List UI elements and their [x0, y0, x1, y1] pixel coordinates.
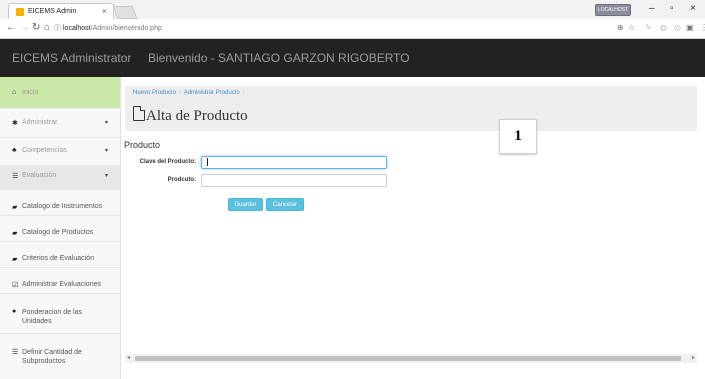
scroll-left-icon[interactable]: ◂ — [127, 354, 130, 363]
sidebar-item-criterios-evaluacion[interactable]: ▰ Criterios de Evaluación — [0, 241, 120, 268]
sidebar-item-label: Ponderacion de las Unidades — [22, 309, 82, 325]
clave-label: Clave del Producto: — [139, 159, 196, 165]
sidebar-item-ponderacion[interactable]: ● Ponderacion de las Unidades — [0, 293, 120, 334]
guardar-button[interactable]: Guardar — [228, 198, 263, 211]
browser-address-bar: ← → ↻ ⌂ ⓘ localhost/Admin/bienvenido.php … — [0, 19, 705, 39]
sidebar-item-label: Definir Cantidad de Subproductos — [22, 349, 82, 365]
sidebar-item-definir-subproductos[interactable]: ☰ Definir Cantidad de Subproductos — [0, 333, 120, 379]
window-close-button[interactable]: × — [690, 3, 696, 15]
gear-icon: ✱ — [12, 120, 18, 127]
list-icon: ☰ — [12, 349, 19, 356]
breadcrumb-separator: / — [179, 90, 181, 96]
sidebar-item-competencias[interactable]: ♣ Competencias ▾ — [0, 137, 120, 166]
sidebar-item-evaluacion[interactable]: ☰ Evaluación ▾ — [0, 165, 120, 190]
book-icon: ▰ — [12, 256, 18, 263]
users-icon: ♣ — [12, 147, 17, 154]
breadcrumb: Nuevo Producto / Administrar Producto / — [133, 90, 247, 96]
info-icon: ⓘ — [54, 25, 61, 32]
circle-icon: ● — [12, 308, 17, 315]
book-icon: ▰ — [12, 230, 18, 237]
url-path: /Admin/bienvenido.php — [90, 25, 162, 32]
back-icon[interactable]: ← — [6, 22, 16, 34]
home-icon[interactable]: ⌂ — [44, 22, 50, 34]
favicon-icon — [16, 8, 24, 16]
edit-icon: ☑ — [12, 282, 19, 289]
form-section-title: Producto — [124, 140, 161, 150]
scrollbar-thumb[interactable] — [135, 356, 681, 361]
sidebar-item-label: Catalogo de Productos — [22, 229, 94, 236]
brand-title[interactable]: EICEMS Administrator — [12, 51, 131, 65]
clave-producto-input[interactable] — [201, 156, 387, 169]
sidebar-item-label: Administrar Evaluaciones — [22, 281, 101, 288]
sidebar-item-catalogo-productos[interactable]: ▰ Catalogo de Productos — [0, 215, 120, 242]
chevron-down-icon: ▾ — [104, 148, 108, 154]
top-navbar: EICEMS Administrator Bienvenido - SANTIA… — [0, 39, 705, 77]
bookmark-star-icon[interactable]: ☆ — [628, 23, 635, 33]
extension-icon[interactable]: ▣ — [686, 23, 694, 33]
page-title: Alta de Producto — [133, 106, 248, 125]
sidebar-item-label: Catalogo de Instrumentos — [22, 203, 103, 210]
cancelar-button[interactable]: Cancelar — [266, 198, 304, 211]
menu-icon[interactable]: ⋮ — [700, 23, 705, 33]
sidebar-item-label: Evaluación — [22, 172, 57, 179]
book-icon: ▰ — [12, 204, 18, 211]
file-icon — [133, 106, 145, 121]
forward-icon[interactable]: → — [20, 22, 30, 34]
sidebar-item-administrar-evaluaciones[interactable]: ☑ Administrar Evaluaciones — [0, 267, 120, 294]
home-icon: ⌂ — [12, 89, 17, 96]
chevron-down-icon: ▾ — [104, 173, 108, 179]
horizontal-scrollbar[interactable]: ◂ ▸ — [125, 354, 697, 363]
page-header: Nuevo Producto / Administrar Producto / Alt… — [125, 86, 697, 131]
text-cursor — [207, 158, 208, 166]
main-content: Nuevo Producto / Administrar Producto / Alt… — [121, 77, 705, 379]
zoom-icon[interactable]: ⊕ — [617, 23, 624, 33]
sidebar-item-catalogo-instrumentos[interactable]: ▰ Catalogo de Instrumentos — [0, 189, 120, 216]
browser-tab-strip: EICEMS Admin × LOCALHOST – ▫ × — [0, 0, 705, 20]
tab-close-icon[interactable]: × — [102, 6, 107, 16]
sidebar: ⌂ Inicio ✱ Administrar ▾ ♣ Competencias … — [0, 77, 121, 379]
url-field[interactable]: ⓘ localhost/Admin/bienvenido.php — [54, 23, 162, 35]
window-maximize-button[interactable]: ▫ — [670, 3, 674, 15]
sidebar-item-label: Inicio — [22, 89, 39, 96]
welcome-text: Bienvenido - SANTIAGO GARZON RIGOBERTO — [148, 51, 410, 65]
producto-input[interactable] — [201, 174, 387, 187]
sidebar-item-inicio[interactable]: ⌂ Inicio — [0, 77, 120, 109]
extension-icon[interactable]: ◎ — [674, 23, 681, 33]
window-minimize-button[interactable]: – — [649, 3, 655, 15]
window-user-badge[interactable]: LOCALHOST — [595, 4, 631, 16]
step-number-badge: 1 — [499, 119, 537, 154]
breadcrumb-separator: / — [242, 90, 245, 96]
reload-icon[interactable]: ↻ — [32, 22, 40, 34]
sidebar-item-administrar[interactable]: ✱ Administrar ▾ — [0, 108, 120, 138]
extension-icon[interactable]: ◍ — [660, 23, 667, 33]
browser-tab[interactable]: EICEMS Admin × — [8, 3, 114, 20]
url-host: localhost — [63, 25, 91, 32]
breadcrumb-nuevo-producto[interactable]: Nuevo Producto — [133, 90, 176, 96]
new-tab-button[interactable] — [112, 6, 138, 19]
sidebar-item-label: Administrar — [22, 119, 58, 126]
breadcrumb-administrar-producto[interactable]: Administrar Producto — [184, 90, 240, 96]
list-icon: ☰ — [12, 173, 19, 180]
tab-title: EICEMS Admin — [28, 8, 77, 15]
page-title-text: Alta de Producto — [146, 108, 248, 124]
chevron-down-icon: ▾ — [104, 120, 108, 126]
sidebar-item-label: Criterios de Evaluación — [22, 255, 94, 262]
scroll-right-icon[interactable]: ▸ — [692, 354, 695, 363]
producto-label: Prodcuto: — [167, 177, 196, 183]
extension-icon[interactable]: ✎ — [645, 23, 652, 33]
sidebar-item-label: Competencias — [22, 147, 67, 154]
